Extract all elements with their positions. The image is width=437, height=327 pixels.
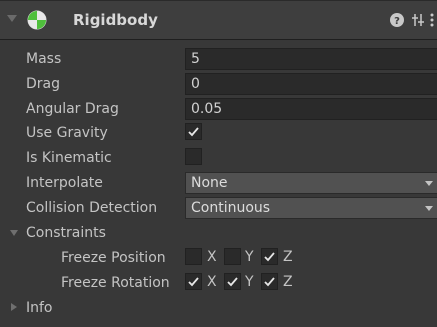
- is-kinematic-label: Is Kinematic: [26, 150, 112, 166]
- freeze-position-label: Freeze Position: [61, 250, 166, 266]
- freeze-position-row: Freeze Position X Y Z: [0, 246, 437, 271]
- freeze-rotation-x-checkbox[interactable]: [185, 273, 202, 290]
- constraints-foldout[interactable]: Constraints: [0, 221, 437, 246]
- freeze-position-y-label: Y: [245, 249, 254, 265]
- drag-label: Drag: [26, 76, 61, 92]
- component-header[interactable]: Rigidbody ?: [0, 0, 437, 40]
- checkmark-icon: [227, 277, 238, 287]
- component-title: Rigidbody: [73, 11, 158, 29]
- checkmark-icon: [188, 127, 199, 137]
- dropdown-arrow-icon: [425, 181, 433, 186]
- info-foldout[interactable]: Info: [0, 296, 437, 321]
- use-gravity-row: Use Gravity: [0, 121, 437, 146]
- svg-text:?: ?: [394, 16, 400, 27]
- checkmark-icon: [264, 277, 275, 287]
- dropdown-arrow-icon: [425, 206, 433, 211]
- help-icon[interactable]: ?: [389, 12, 405, 28]
- angular-drag-label: Angular Drag: [26, 101, 119, 117]
- freeze-rotation-row: Freeze Rotation X Y Z: [0, 271, 437, 296]
- drag-field[interactable]: 0: [185, 73, 437, 95]
- constraints-label: Constraints: [26, 225, 106, 241]
- info-label: Info: [26, 300, 53, 316]
- menu-icon[interactable]: [429, 12, 435, 28]
- freeze-position-x-checkbox[interactable]: [185, 248, 202, 265]
- angular-drag-field[interactable]: 0.05: [185, 98, 437, 120]
- collision-detection-dropdown[interactable]: Continuous: [185, 197, 437, 219]
- angular-drag-row: Angular Drag 0.05: [0, 97, 437, 122]
- use-gravity-label: Use Gravity: [26, 125, 108, 141]
- interpolate-value: None: [191, 175, 228, 191]
- checkmark-icon: [188, 277, 199, 287]
- freeze-rotation-z-label: Z: [283, 274, 293, 290]
- freeze-position-z-checkbox[interactable]: [261, 248, 278, 265]
- drag-row: Drag 0: [0, 72, 437, 97]
- mass-row: Mass 5: [0, 47, 437, 72]
- collision-detection-label: Collision Detection: [26, 200, 158, 216]
- freeze-rotation-label: Freeze Rotation: [61, 275, 170, 291]
- freeze-position-x-label: X: [207, 249, 217, 265]
- collision-detection-row: Collision Detection Continuous: [0, 196, 437, 221]
- foldout-expanded-icon[interactable]: [10, 230, 18, 236]
- interpolate-label: Interpolate: [26, 175, 103, 191]
- freeze-rotation-y-label: Y: [245, 274, 254, 290]
- freeze-rotation-z-checkbox[interactable]: [261, 273, 278, 290]
- mass-field[interactable]: 5: [185, 48, 437, 70]
- collision-detection-value: Continuous: [191, 200, 271, 216]
- freeze-rotation-x-label: X: [207, 274, 217, 290]
- foldout-collapsed-icon[interactable]: [11, 303, 17, 311]
- fold-arrow-icon[interactable]: [7, 15, 17, 22]
- rigidbody-icon: [27, 10, 47, 30]
- interpolate-row: Interpolate None: [0, 171, 437, 196]
- freeze-position-y-checkbox[interactable]: [224, 248, 241, 265]
- is-kinematic-checkbox[interactable]: [185, 148, 202, 165]
- preset-icon[interactable]: [411, 12, 425, 28]
- freeze-rotation-y-checkbox[interactable]: [224, 273, 241, 290]
- interpolate-dropdown[interactable]: None: [185, 172, 437, 194]
- use-gravity-checkbox[interactable]: [185, 123, 202, 140]
- is-kinematic-row: Is Kinematic: [0, 146, 437, 171]
- mass-label: Mass: [26, 51, 62, 67]
- freeze-position-z-label: Z: [283, 249, 293, 265]
- checkmark-icon: [264, 252, 275, 262]
